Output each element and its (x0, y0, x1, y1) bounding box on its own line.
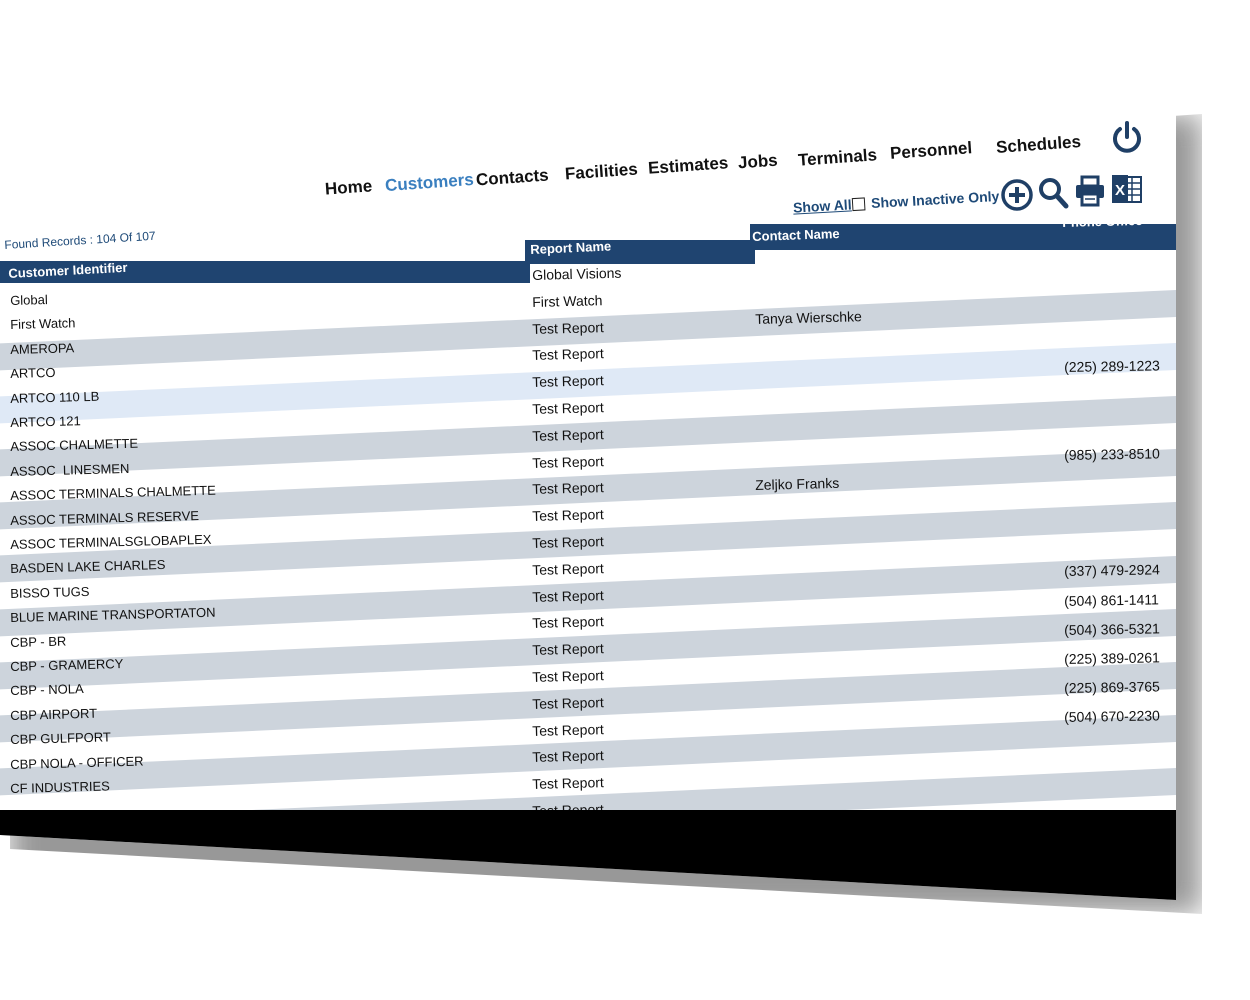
report-name-cell: Test Report (532, 345, 604, 364)
show-all-link[interactable]: Show All (793, 196, 852, 215)
report-name-cell: Test Report (532, 372, 604, 391)
nav-item-terminals[interactable]: Terminals (797, 145, 877, 170)
report-name-cell: Test Report (532, 559, 604, 578)
power-icon[interactable] (1110, 120, 1144, 156)
customer-identifier-cell[interactable]: CBP NOLA - OFFICER (10, 753, 144, 771)
customer-identifier-cell[interactable]: BISSO TUGS (10, 584, 90, 601)
phone-office-cell: (225) 389-0261 (1064, 649, 1161, 667)
customer-identifier-cell[interactable]: CBP AIRPORT (10, 706, 97, 723)
customer-identifier-cell[interactable]: First Watch (10, 316, 76, 333)
customer-identifier-cell[interactable]: ARTCO 110 LB (10, 388, 99, 405)
svg-text:X: X (1115, 182, 1125, 199)
report-name-cell: Test Report (532, 452, 604, 471)
nav-item-estimates[interactable]: Estimates (647, 153, 729, 179)
nav-item-facilities[interactable]: Facilities (564, 159, 638, 184)
add-circle-icon[interactable] (1000, 178, 1034, 212)
phone-office-cell: (985) 233-8510 (1064, 444, 1161, 463)
show-inactive-checkbox[interactable] (851, 196, 866, 211)
nav-item-customers[interactable]: Customers (384, 170, 474, 196)
nav-item-schedules[interactable]: Schedules (995, 132, 1081, 158)
phone-office-cell: (337) 479-2924 (1064, 561, 1161, 580)
column-header-contact[interactable]: Contact Name (752, 226, 840, 244)
phone-office-cell: (504) 366-5321 (1064, 620, 1161, 638)
customer-identifier-cell[interactable]: Global (10, 292, 48, 308)
customer-identifier-cell[interactable]: CBP GULFPORT (10, 730, 111, 748)
customers-screen: Home Customers Contacts Facilities Estimates… (0, 100, 1176, 900)
column-header-phone[interactable]: Phone Office (1062, 213, 1143, 230)
report-name-cell: Test Report (532, 479, 604, 498)
nav-item-home[interactable]: Home (324, 176, 373, 199)
report-name-cell: Test Report (532, 640, 604, 659)
nav-item-contacts[interactable]: Contacts (475, 165, 549, 190)
customer-identifier-cell[interactable]: ASSOC LINESMEN (10, 461, 130, 479)
customer-identifier-cell[interactable]: CBP - GRAMERCY (10, 656, 124, 674)
phone-office-cell: (225) 869-3765 (1064, 678, 1161, 697)
customer-identifier-cell[interactable]: ARTCO (10, 365, 56, 381)
report-name-cell: Test Report (532, 506, 604, 525)
report-name-cell: Test Report (532, 667, 604, 685)
report-name-cell: Test Report (532, 747, 604, 766)
contact-name-cell: Tanya Wierschke (755, 308, 862, 327)
customer-identifier-cell[interactable]: CF INDUSTRIES (10, 778, 110, 796)
report-name-cell: Test Report (532, 613, 604, 632)
nav-item-jobs[interactable]: Jobs (737, 151, 778, 174)
report-name-cell: Global Visions (532, 264, 622, 283)
report-name-cell: Test Report (532, 533, 604, 551)
customer-identifier-cell[interactable]: CBP - BR (10, 633, 66, 649)
report-name-cell: Test Report (532, 720, 604, 739)
phone-office-cell: (504) 861-1411 (1064, 590, 1159, 609)
excel-icon[interactable]: X (1110, 172, 1144, 206)
customer-identifier-cell[interactable]: CBP - NOLA (10, 681, 84, 698)
report-name-cell: Test Report (532, 693, 604, 712)
nav-item-personnel[interactable]: Personnel (889, 138, 972, 164)
print-icon[interactable] (1073, 174, 1107, 208)
customer-identifier-cell[interactable]: ARTCO 121 (10, 413, 81, 430)
report-name-cell: Test Report (532, 399, 604, 417)
report-name-cell: Test Report (532, 318, 604, 337)
report-name-cell: Test Report (532, 586, 604, 605)
contact-name-cell: Zeljko Franks (755, 474, 840, 494)
customer-identifier-cell[interactable]: AMEROPA (10, 340, 74, 357)
report-name-cell: Test Report (532, 774, 604, 793)
phone-office-cell: (225) 289-1223 (1064, 357, 1161, 375)
report-name-cell: Test Report (532, 425, 604, 444)
search-icon[interactable] (1038, 176, 1070, 210)
phone-office-cell: (504) 670-2230 (1064, 707, 1161, 726)
report-name-cell: First Watch (532, 291, 603, 310)
